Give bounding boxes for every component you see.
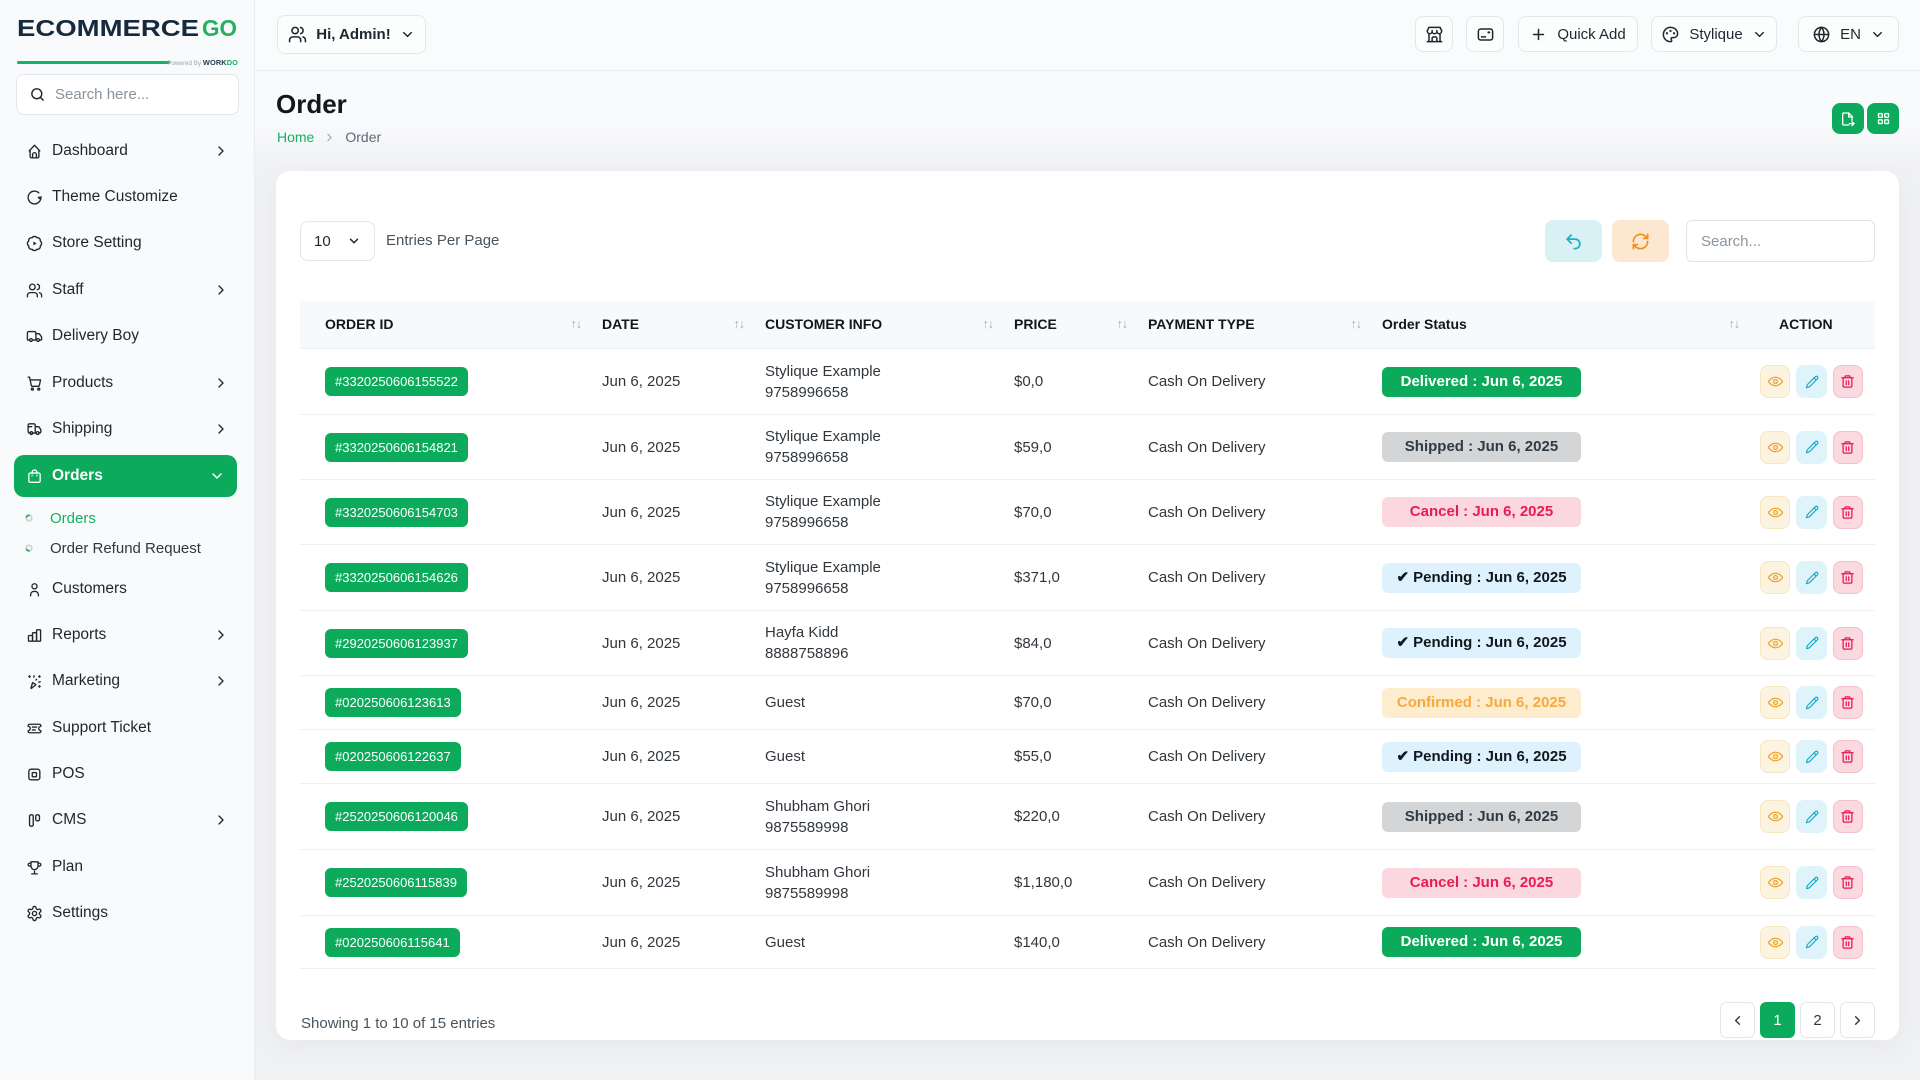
svg-text:GO: GO <box>202 16 237 40</box>
svg-text:ECOMMERCE: ECOMMERCE <box>17 16 199 40</box>
